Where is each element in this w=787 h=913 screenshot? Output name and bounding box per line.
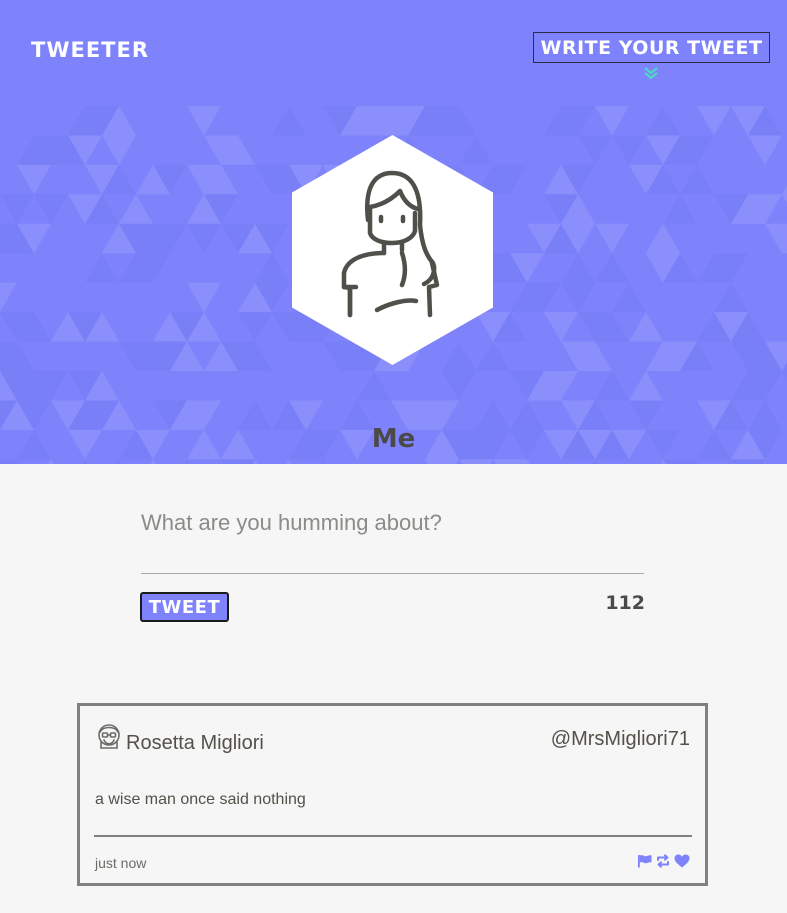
profile-avatar xyxy=(292,135,493,365)
character-counter: 112 xyxy=(605,592,645,614)
top-nav: Tweeter Write your tweet xyxy=(0,0,787,106)
tweet-actions xyxy=(637,854,690,868)
tweet-divider xyxy=(94,835,692,837)
tweet-compose-input[interactable] xyxy=(141,500,644,574)
brand-logo[interactable]: Tweeter xyxy=(31,38,149,62)
tweet-author-handle: @MrsMigliori71 xyxy=(550,728,690,750)
double-chevron-down-icon[interactable] xyxy=(643,66,659,80)
tweet-author-name: Rosetta Migliori xyxy=(126,732,264,754)
heart-icon[interactable] xyxy=(674,854,690,868)
tweet-content: a wise man once said nothing xyxy=(95,791,306,808)
tweet-card: Rosetta Migliori @MrsMigliori71 a wise m… xyxy=(77,703,708,886)
write-tweet-button[interactable]: Write your tweet xyxy=(533,32,770,63)
profile-display-name: Me xyxy=(371,424,416,454)
tweet-timestamp: just now xyxy=(95,855,147,871)
profile-header: Me xyxy=(0,106,787,464)
female-avatar-icon xyxy=(292,135,493,365)
tweet-submit-button[interactable]: Tweet xyxy=(140,592,229,622)
flag-icon[interactable] xyxy=(637,854,652,868)
retweet-icon[interactable] xyxy=(655,854,671,868)
user-avatar-icon xyxy=(98,724,120,749)
